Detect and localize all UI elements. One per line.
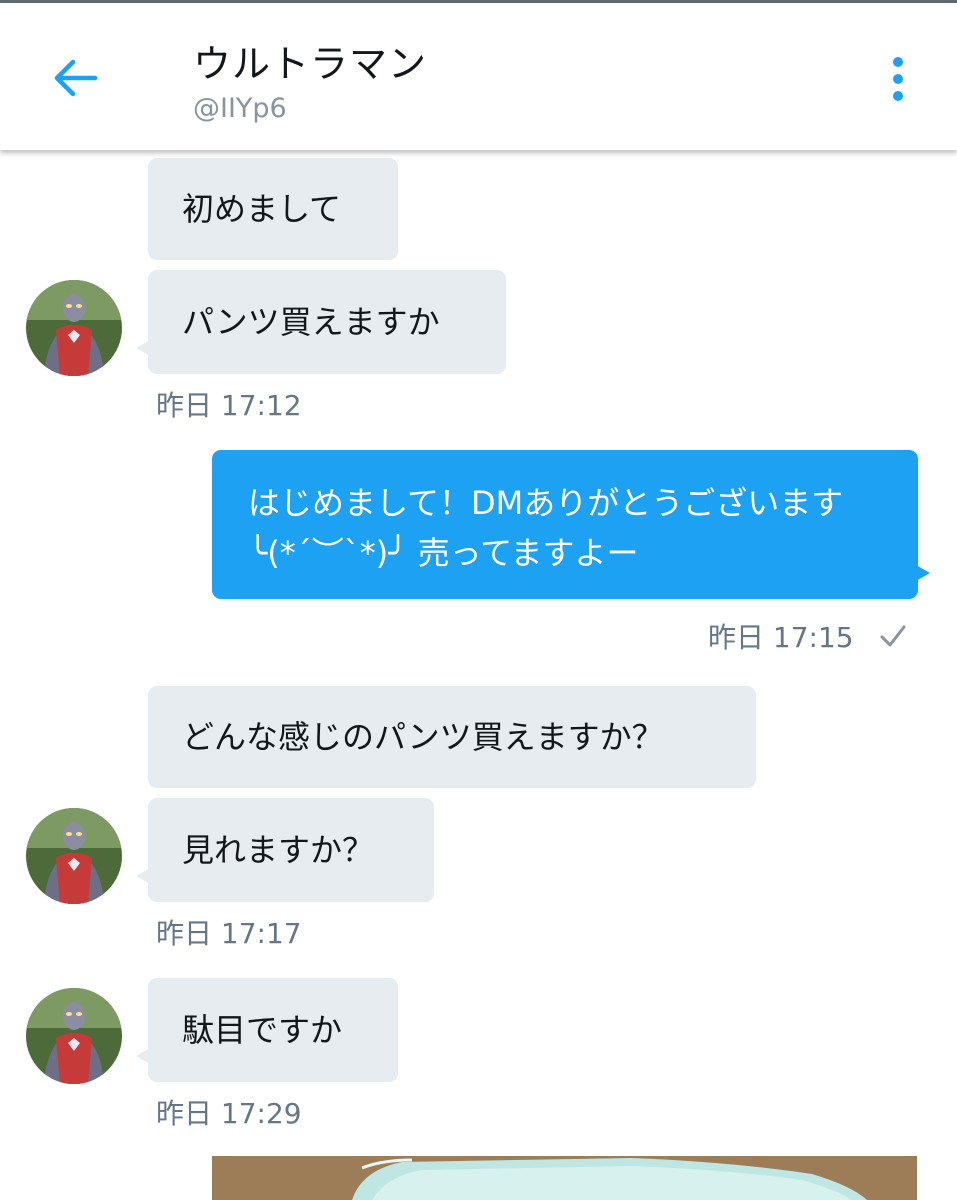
timestamp-text: 昨日 17:29 — [156, 1097, 302, 1130]
message-text: パンツ買えますか — [182, 303, 440, 341]
message-timestamp: 昨日 17:12 — [156, 384, 302, 424]
checkmark-icon — [880, 625, 906, 647]
timestamp-text: 昨日 17:17 — [156, 917, 302, 950]
received-message[interactable]: 初めまして — [148, 158, 398, 260]
received-message[interactable]: どんな感じのパンツ買えますか？ — [148, 686, 756, 788]
arrow-left-icon — [54, 59, 98, 97]
avatar-image — [26, 280, 122, 376]
timestamp-text: 昨日 17:12 — [156, 389, 302, 422]
message-text: 見れますか？ — [182, 831, 375, 869]
sender-avatar[interactable] — [26, 988, 122, 1084]
sender-avatar[interactable] — [26, 808, 122, 904]
message-text: 駄目ですか — [182, 1011, 343, 1049]
message-thread[interactable]: 初めまして パンツ買えますか 昨日 17:12 はじめまして！DMありがとうござ… — [0, 150, 957, 1200]
sent-message[interactable]: はじめまして！DMありがとうございます ╰(*´︶`*)╯ 売ってますよー — [212, 450, 930, 599]
received-message[interactable]: 見れますか？ — [136, 798, 434, 902]
message-timestamp: 昨日 17:29 — [156, 1092, 302, 1132]
received-message[interactable]: パンツ買えますか — [136, 270, 506, 374]
sender-avatar[interactable] — [26, 280, 122, 376]
more-vertical-icon-dot — [893, 74, 903, 84]
message-text: 初めまして — [182, 190, 342, 228]
avatar-image — [26, 988, 122, 1084]
conversation-header: ウルトラマン @IIYp6 — [0, 3, 957, 150]
message-timestamp: 昨日 17:15 — [708, 616, 908, 656]
timestamp-text: 昨日 17:15 — [708, 621, 854, 654]
shared-photo[interactable] — [212, 1156, 917, 1200]
avatar-image — [26, 808, 122, 904]
message-text: どんな感じのパンツ買えますか？ — [182, 718, 664, 756]
more-vertical-icon-dot — [893, 91, 903, 101]
conversation-title: ウルトラマン — [193, 42, 428, 86]
photo-image — [212, 1156, 917, 1200]
message-timestamp: 昨日 17:17 — [156, 912, 302, 952]
back-button[interactable] — [40, 43, 110, 113]
received-message[interactable]: 駄目ですか — [136, 978, 398, 1082]
conversation-handle: @IIYp6 — [193, 93, 287, 124]
message-text: はじめまして！DMありがとうございます ╰(*´︶`*)╯ 売ってますよー — [248, 484, 844, 572]
more-options-button[interactable] — [878, 49, 918, 109]
more-vertical-icon — [893, 57, 903, 67]
